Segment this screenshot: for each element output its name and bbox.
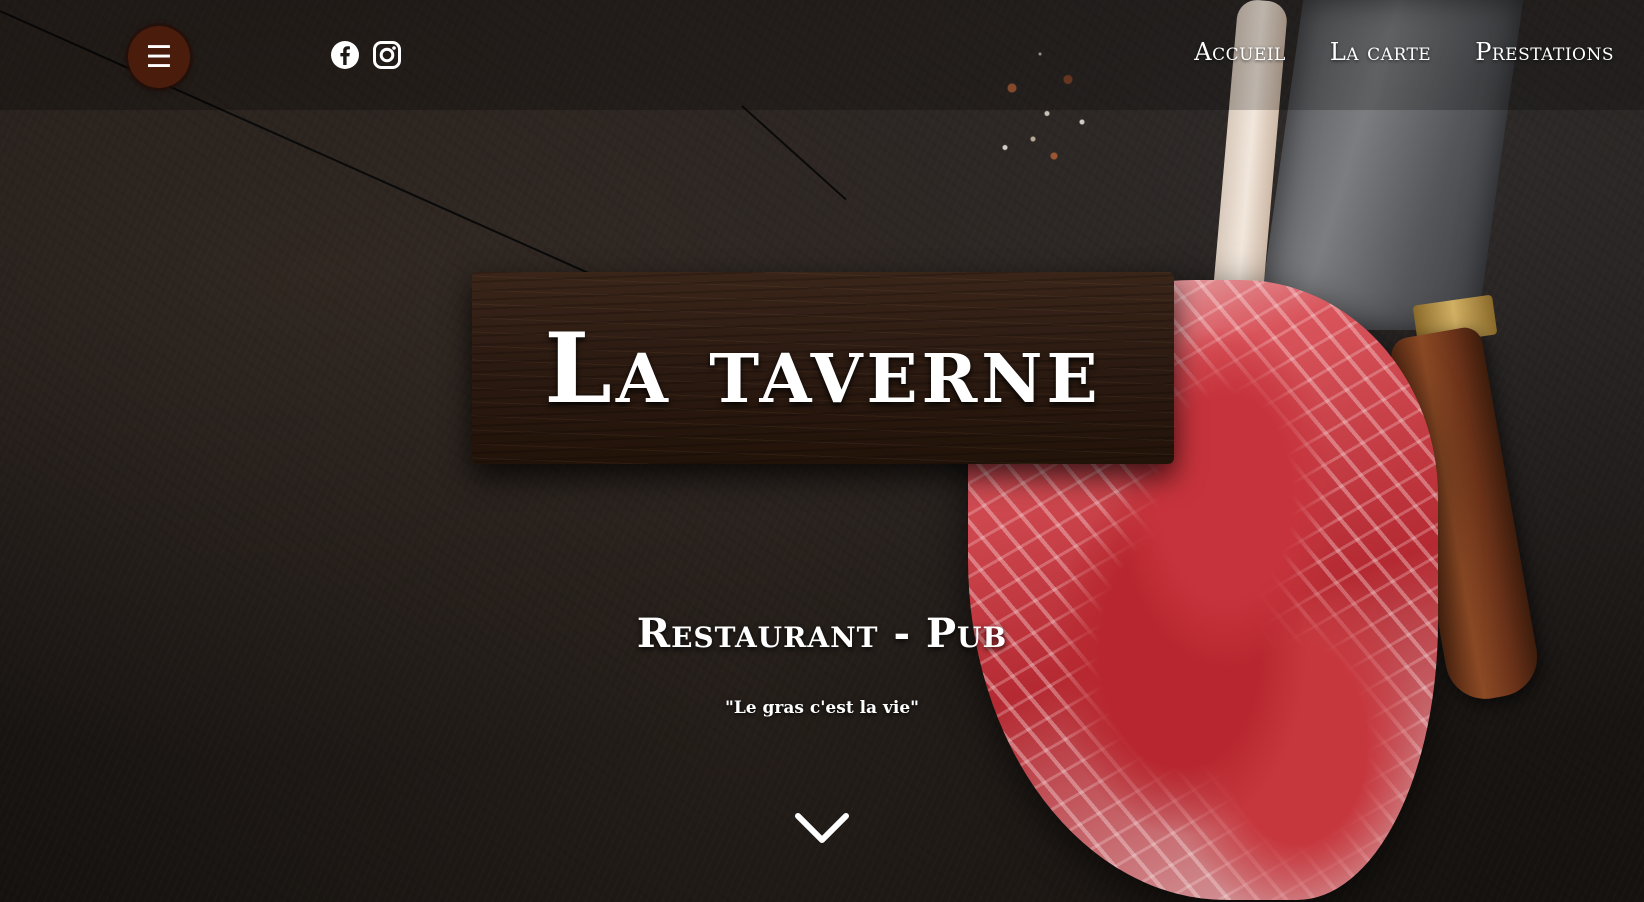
nav-link-prestations[interactable]: Prestations	[1475, 38, 1614, 66]
chevron-down-icon[interactable]	[794, 810, 850, 846]
top-navigation-bar: ☰ Accueil La carte Prestations	[0, 0, 1644, 110]
hamburger-menu-button[interactable]: ☰	[128, 26, 190, 88]
nav-link-la-carte[interactable]: La carte	[1330, 38, 1431, 66]
instagram-icon[interactable]	[372, 40, 402, 70]
main-nav: Accueil La carte Prestations	[1194, 38, 1614, 66]
social-links	[330, 40, 402, 70]
nav-link-accueil[interactable]: Accueil	[1194, 38, 1286, 66]
facebook-icon[interactable]	[330, 40, 360, 70]
hero-subtitle: Restaurant - Pub	[636, 610, 1008, 657]
page-title: La taverne	[544, 311, 1102, 425]
title-board: La taverne	[472, 272, 1174, 464]
hero-tagline: "Le gras c'est la vie"	[724, 698, 919, 718]
